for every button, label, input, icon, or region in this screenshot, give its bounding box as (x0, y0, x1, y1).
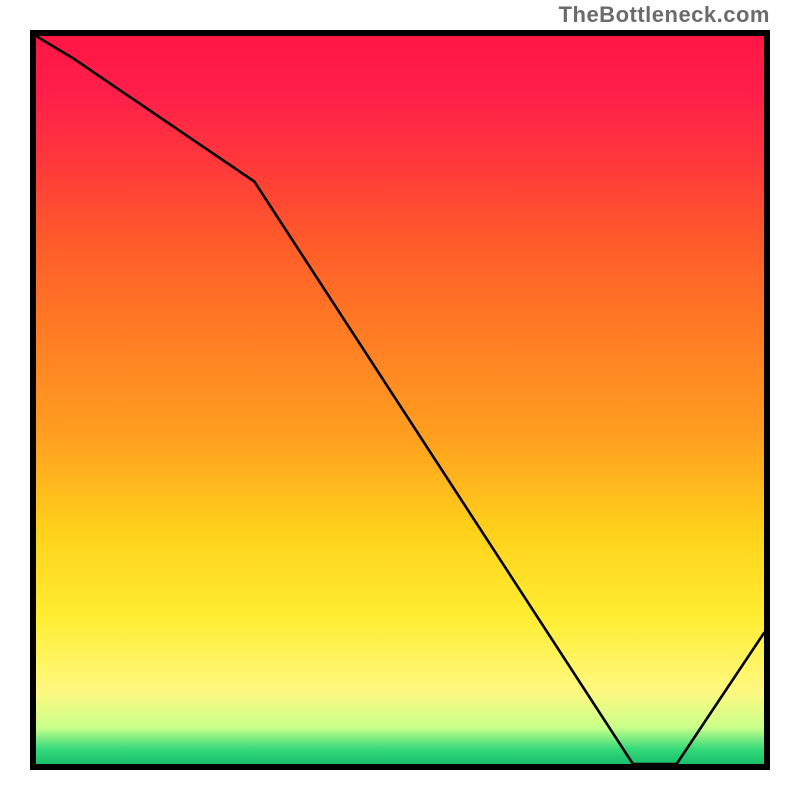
plot-frame (30, 30, 770, 770)
data-curve (36, 36, 764, 764)
chart-root: TheBottleneck.com (0, 0, 800, 800)
curve-layer (36, 36, 764, 764)
attribution-text: TheBottleneck.com (559, 2, 770, 28)
